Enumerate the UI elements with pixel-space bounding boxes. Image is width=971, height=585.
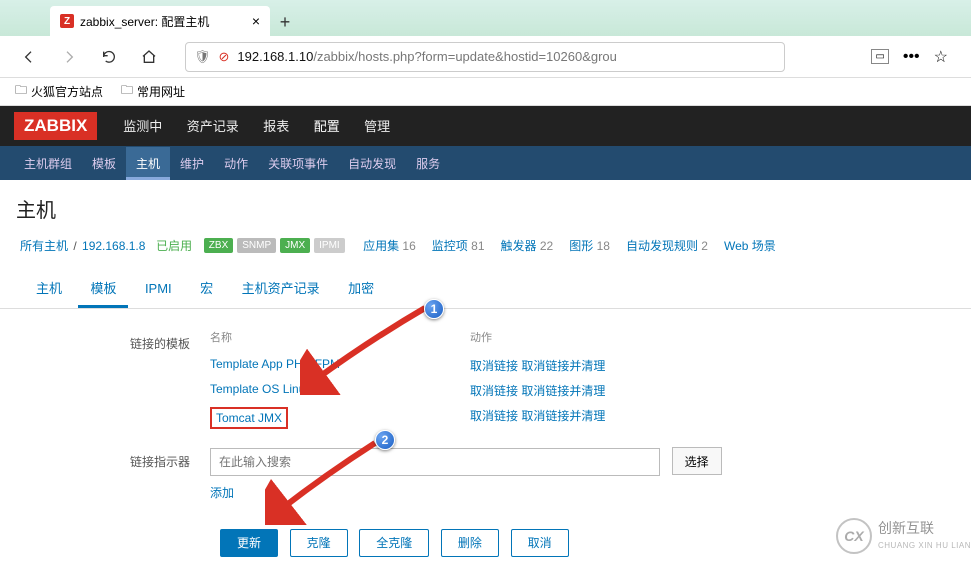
- template-link[interactable]: Tomcat JMX: [216, 411, 282, 425]
- bookmarks-bar: 🗀火狐官方站点 🗀常用网址: [0, 78, 971, 106]
- shield-icon: 🛡: [194, 49, 211, 65]
- address-bar: 🛡 ⊘ 192.168.1.10/zabbix/hosts.php?form=u…: [0, 36, 971, 78]
- url-text: 192.168.1.10/zabbix/hosts.php?form=updat…: [237, 49, 616, 64]
- counter-discovery[interactable]: 自动发现规则 2: [626, 237, 722, 254]
- tab-inventory[interactable]: 主机资产记录: [230, 270, 332, 305]
- folder-icon: 🗀: [121, 81, 133, 102]
- subnav-services[interactable]: 服务: [406, 147, 450, 180]
- tab-encryption[interactable]: 加密: [336, 270, 386, 305]
- forward-button[interactable]: [55, 43, 83, 71]
- unlink-link[interactable]: 取消链接: [470, 359, 518, 373]
- avail-snmp: SNMP: [237, 238, 276, 253]
- watermark-logo-icon: CX: [836, 518, 872, 554]
- zabbix-header: ZABBIX 监测中 资产记录 报表 配置 管理: [0, 106, 971, 146]
- watermark-name: 创新互联: [878, 521, 971, 536]
- tab-ipmi[interactable]: IPMI: [133, 273, 184, 304]
- page-title: 主机: [0, 180, 971, 233]
- unlink-clear-link[interactable]: 取消链接并清理: [521, 384, 605, 398]
- nav-reports[interactable]: 报表: [253, 119, 299, 134]
- breadcrumb-all[interactable]: 所有主机: [20, 237, 68, 254]
- browser-tabstrip: Z zabbix_server: 配置主机 × +: [0, 0, 971, 36]
- counter-web[interactable]: Web 场景: [724, 237, 776, 254]
- clone-button[interactable]: 克隆: [290, 529, 348, 557]
- label-link-new: 链接指示器: [30, 447, 210, 501]
- avail-zbx: ZBX: [204, 238, 233, 253]
- watermark: CX 创新互联 CHUANG XIN HU LIAN: [836, 518, 971, 554]
- counter-items[interactable]: 监控项 81: [432, 237, 499, 254]
- unlink-link[interactable]: 取消链接: [470, 409, 518, 423]
- template-row: Template OS Linux 取消链接 取消链接并清理: [210, 378, 941, 403]
- nav-configuration[interactable]: 配置: [304, 119, 350, 134]
- blocked-icon: ⊘: [219, 49, 230, 65]
- action-buttons: 更新 克隆 全克隆 删除 取消: [210, 529, 941, 557]
- more-icon[interactable]: •••: [903, 48, 920, 66]
- tab-favicon: Z: [60, 14, 74, 28]
- reader-icon[interactable]: ▭: [871, 49, 888, 64]
- counter-triggers[interactable]: 触发器 22: [501, 237, 568, 254]
- sub-nav: 主机群组 模板 主机 维护 动作 关联项事件 自动发现 服务: [0, 146, 971, 180]
- bookmark-item[interactable]: 🗀火狐官方站点: [15, 81, 103, 102]
- host-meta-bar: 所有主机 / 192.168.1.8 已启用 ZBX SNMP JMX IPMI…: [0, 233, 971, 264]
- template-search-input[interactable]: [210, 448, 660, 476]
- label-linked-templates: 链接的模板: [30, 329, 210, 433]
- col-action-header: 动作: [470, 329, 492, 345]
- back-button[interactable]: [15, 43, 43, 71]
- counter-graphs[interactable]: 图形 18: [569, 237, 624, 254]
- template-form: 链接的模板 名称 动作 Template App PHP-FPM 取消链接 取消…: [0, 309, 971, 585]
- avail-ipmi: IPMI: [314, 238, 345, 253]
- template-link[interactable]: Template App PHP-FPM: [210, 357, 340, 371]
- url-input[interactable]: 🛡 ⊘ 192.168.1.10/zabbix/hosts.php?form=u…: [185, 42, 785, 72]
- delete-button[interactable]: 删除: [441, 529, 499, 557]
- breadcrumb-host[interactable]: 192.168.1.8: [82, 239, 145, 253]
- watermark-pinyin: CHUANG XIN HU LIAN: [878, 541, 971, 550]
- subnav-hosts[interactable]: 主机: [126, 147, 170, 180]
- col-name-header: 名称: [210, 329, 470, 345]
- subnav-maintenance[interactable]: 维护: [170, 147, 214, 180]
- close-icon[interactable]: ×: [252, 13, 260, 29]
- nav-inventory[interactable]: 资产记录: [177, 119, 249, 134]
- zabbix-app: ZABBIX 监测中 资产记录 报表 配置 管理 主机群组 模板 主机 维护 动…: [0, 106, 971, 585]
- bookmark-star-icon[interactable]: ☆: [934, 47, 948, 67]
- tab-title: zabbix_server: 配置主机: [80, 13, 209, 30]
- subnav-hostgroups[interactable]: 主机群组: [14, 147, 82, 180]
- avail-jmx: JMX: [280, 238, 310, 253]
- cancel-button[interactable]: 取消: [511, 529, 569, 557]
- update-button[interactable]: 更新: [220, 529, 278, 557]
- template-link[interactable]: Template OS Linux: [210, 382, 311, 396]
- unlink-clear-link[interactable]: 取消链接并清理: [521, 409, 605, 423]
- browser-tab[interactable]: Z zabbix_server: 配置主机 ×: [50, 6, 270, 36]
- select-button[interactable]: 选择: [672, 447, 722, 475]
- status-enabled: 已启用: [156, 237, 192, 254]
- nav-monitoring[interactable]: 监测中: [113, 119, 172, 134]
- unlink-link[interactable]: 取消链接: [470, 384, 518, 398]
- tab-macros[interactable]: 宏: [188, 270, 225, 305]
- host-tabs: 主机 模板 IPMI 宏 主机资产记录 加密: [0, 264, 971, 309]
- home-button[interactable]: [135, 43, 163, 71]
- highlight-box: Tomcat JMX: [210, 407, 288, 429]
- add-link[interactable]: 添加: [210, 484, 234, 501]
- tab-templates[interactable]: 模板: [78, 270, 128, 308]
- reload-button[interactable]: [95, 43, 123, 71]
- template-row: Tomcat JMX 取消链接 取消链接并清理: [210, 403, 941, 433]
- subnav-discovery[interactable]: 自动发现: [338, 147, 406, 180]
- bookmark-item[interactable]: 🗀常用网址: [121, 81, 185, 102]
- counter-applications[interactable]: 应用集 16: [363, 237, 430, 254]
- full-clone-button[interactable]: 全克隆: [359, 529, 429, 557]
- subnav-eventcorrelation[interactable]: 关联项事件: [258, 147, 338, 180]
- folder-icon: 🗀: [15, 81, 27, 102]
- zabbix-logo[interactable]: ZABBIX: [14, 112, 97, 140]
- unlink-clear-link[interactable]: 取消链接并清理: [521, 359, 605, 373]
- main-nav: 监测中 资产记录 报表 配置 管理: [113, 116, 400, 136]
- subnav-templates[interactable]: 模板: [82, 147, 126, 180]
- template-row: Template App PHP-FPM 取消链接 取消链接并清理: [210, 353, 941, 378]
- tab-host[interactable]: 主机: [24, 270, 74, 305]
- nav-administration[interactable]: 管理: [354, 119, 400, 134]
- new-tab-button[interactable]: +: [270, 8, 300, 36]
- subnav-actions[interactable]: 动作: [214, 147, 258, 180]
